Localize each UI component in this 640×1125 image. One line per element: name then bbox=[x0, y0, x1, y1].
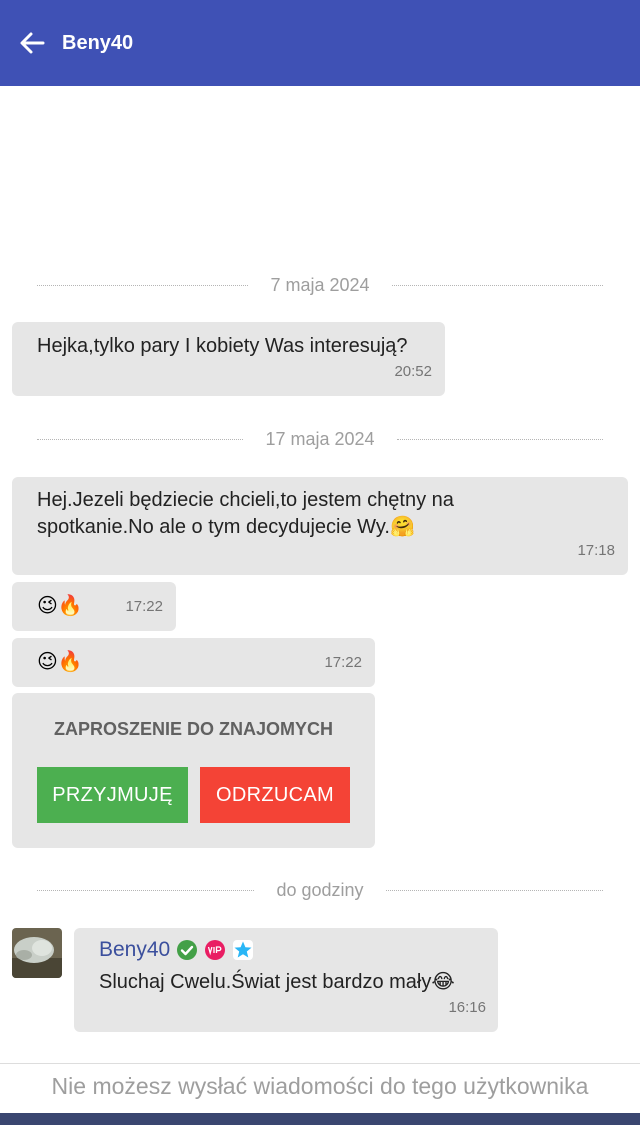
message-bubble[interactable]: Hej.Jezeli będziecie chcieli,to jestem c… bbox=[12, 477, 628, 575]
date-separator: 17 maja 2024 bbox=[37, 427, 603, 451]
message-bubble[interactable]: Hejka,tylko pary I kobiety Was interesuj… bbox=[12, 322, 445, 396]
app-bar: Beny40 bbox=[0, 0, 640, 86]
message-text: Hejka,tylko pary I kobiety Was interesuj… bbox=[37, 335, 408, 357]
sender-row: Beny40 bbox=[99, 938, 254, 962]
friend-request-title: ZAPROSZENIE DO ZNAJOMYCH bbox=[53, 719, 334, 739]
date-separator-label: 17 maja 2024 bbox=[265, 428, 375, 449]
footer-divider bbox=[0, 1063, 640, 1064]
time-separator: do godziny bbox=[37, 878, 604, 902]
message-text-line: Hej.Jezeli będziecie chcieli,to jestem c… bbox=[37, 489, 454, 511]
bottom-bar bbox=[0, 1113, 640, 1125]
friend-request-card: ZAPROSZENIE DO ZNAJOMYCH PRZYJMUJĘ ODRZU… bbox=[12, 693, 375, 848]
avatar[interactable] bbox=[12, 928, 62, 978]
date-separator-label: 7 maja 2024 bbox=[270, 274, 370, 295]
arrow-back-icon bbox=[20, 32, 45, 54]
accept-button[interactable]: PRZYJMUJĘ bbox=[37, 767, 188, 823]
vip-icon bbox=[205, 940, 226, 960]
message-time: 17:18 bbox=[577, 542, 615, 559]
verified-check-icon bbox=[177, 940, 198, 960]
message-bubble[interactable]: 😉🔥 17:22 bbox=[12, 582, 176, 631]
time-separator-label: do godziny bbox=[276, 879, 364, 900]
message-emoji: 😉🔥 bbox=[37, 651, 83, 673]
reject-button[interactable]: ODRZUCAM bbox=[200, 767, 350, 823]
message-time: 17:22 bbox=[324, 654, 362, 671]
message-bubble[interactable]: 😉🔥 17:22 bbox=[12, 638, 375, 687]
message-time: 17:22 bbox=[125, 598, 163, 615]
star-icon bbox=[233, 940, 254, 960]
cannot-message-notice: Nie możesz wysłać wiadomości do tego uży… bbox=[51, 1073, 589, 1099]
incoming-message-time: 16:16 bbox=[448, 999, 486, 1016]
chat-title: Beny40 bbox=[62, 31, 134, 54]
date-separator: 7 maja 2024 bbox=[37, 273, 604, 297]
sender-name[interactable]: Beny40 bbox=[99, 938, 170, 962]
back-button[interactable] bbox=[16, 27, 48, 59]
message-text-line: spotkanie.No ale o tym decydujecie Wy.🤗 bbox=[37, 516, 415, 538]
message-time: 20:52 bbox=[394, 363, 432, 380]
message-emoji: 😉🔥 bbox=[37, 595, 83, 617]
incoming-message-text: Sluchaj Cwelu.Świat jest bardzo mały😂 bbox=[99, 971, 455, 993]
